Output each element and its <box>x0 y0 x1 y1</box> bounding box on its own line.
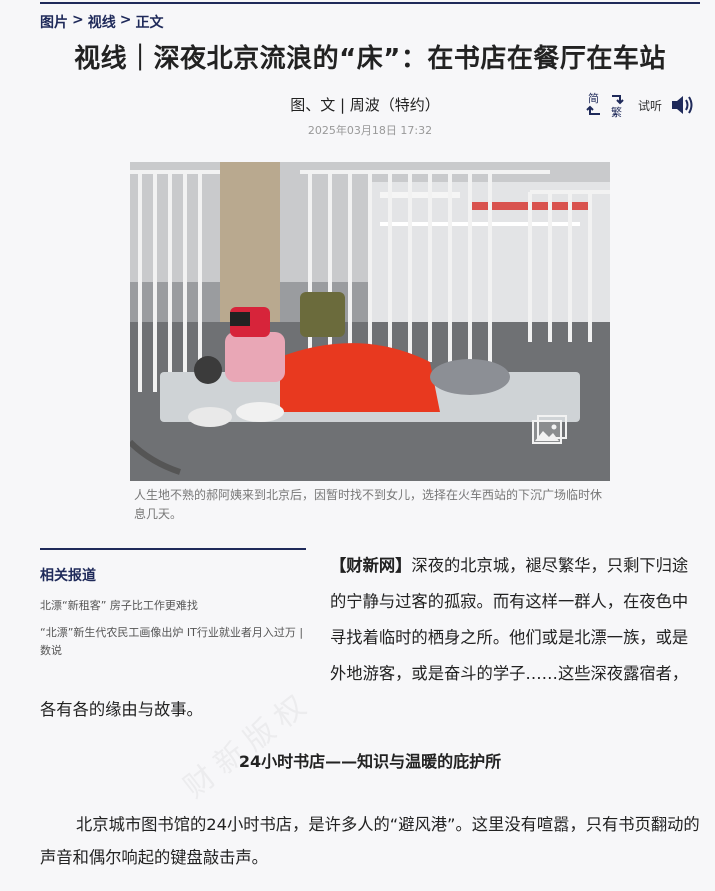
news-source: 【财新网】 <box>330 556 412 575</box>
top-rule <box>40 2 700 4</box>
gallery-icon[interactable] <box>532 414 568 446</box>
section-heading: 24小时书店——知识与温暖的庇护所 <box>238 752 502 771</box>
speaker-icon[interactable] <box>670 94 694 116</box>
article-photo[interactable] <box>130 162 610 481</box>
breadcrumb-section[interactable]: 视线 <box>88 12 116 32</box>
breadcrumb-home[interactable]: 图片 <box>40 12 68 32</box>
article-tools: 简 繁 试听 <box>586 90 694 120</box>
body-paragraph: 北京城市图书馆的24小时书店，是许多人的“避风港”。这里没有喧嚣，只有书页翻动的… <box>40 815 700 867</box>
related-link[interactable]: 北漂“新租客” 房子比工作更难找 <box>40 597 306 615</box>
related-heading: 相关报道 <box>40 568 96 584</box>
breadcrumb-separator: > <box>72 12 84 28</box>
breadcrumb-separator: > <box>119 12 132 28</box>
traditional-label: 繁 <box>611 106 622 119</box>
related-link[interactable]: “北漂”新生代农民工画像出炉 IT行业就业者月入过万 | 数说 <box>40 624 306 660</box>
photo-caption: 人生地不熟的郝阿姨来到北京后，因暂时找不到女儿，选择在火车西站的下沉广场临时休息… <box>134 488 603 521</box>
publish-date: 2025年03月18日 17:32 <box>307 124 433 137</box>
article-title: 视线｜深夜北京流浪的“床”：在书店在餐厅在车站 <box>74 44 666 74</box>
simplified-traditional-toggle[interactable]: 简 繁 <box>586 90 626 120</box>
related-reports: 相关报道 北漂“新租客” 房子比工作更难找 “北漂”新生代农民工画像出炉 IT行… <box>40 548 306 660</box>
breadcrumb-current[interactable]: 正文 <box>135 12 163 32</box>
breadcrumb: 图片 > 视线 > 正文 <box>40 12 163 32</box>
listen-label[interactable]: 试听 <box>638 97 662 114</box>
